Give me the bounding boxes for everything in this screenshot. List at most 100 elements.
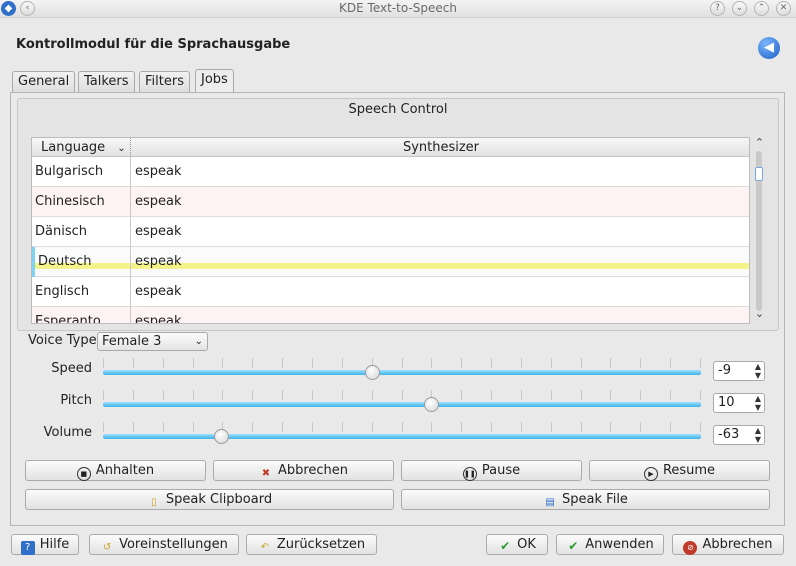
slider-tick [282, 422, 283, 432]
volume-value: -63 [718, 427, 740, 442]
slider-tick [342, 358, 343, 368]
pause-icon: ❚❚ [462, 467, 477, 481]
speech-control-title: Speech Control [348, 102, 448, 117]
slider-tick [163, 422, 164, 432]
table-row[interactable]: Bulgarisch espeak [32, 157, 749, 187]
table-scrollbar[interactable]: ⌃ ⌄ [751, 136, 768, 324]
slider-knob[interactable] [365, 365, 380, 380]
tab-talkers[interactable]: Talkers [78, 71, 135, 92]
table-row[interactable]: Esperanto espeak [32, 307, 749, 323]
cell-language: Esperanto [32, 307, 131, 323]
slider-tick [581, 358, 582, 368]
apply-button[interactable]: ✔ Anwenden [556, 534, 664, 555]
abbrechen-job-button[interactable]: ✖ Abbrechen [213, 460, 394, 481]
minimize-icon[interactable]: ⌄ [732, 1, 747, 16]
play-icon: ▶ [643, 467, 658, 481]
slider-tick [491, 422, 492, 432]
cancel-icon: ⊘ [683, 541, 698, 555]
tab-label: General [18, 74, 70, 89]
slider-knob[interactable] [214, 429, 229, 444]
slider-tick [431, 422, 432, 432]
tab-general[interactable]: General [12, 71, 76, 92]
close-icon[interactable]: ✕ [776, 1, 791, 16]
speaker-icon: ◀ [758, 37, 780, 59]
slider-tick [252, 390, 253, 400]
ok-button[interactable]: ✔ OK [486, 534, 548, 555]
maximize-icon[interactable]: ⌃ [754, 1, 769, 16]
language-table[interactable]: Language ⌄ Synthesizer Bulgarisch espeak… [31, 137, 750, 324]
slider-tick [282, 358, 283, 368]
help-button[interactable]: ? Hilfe [11, 534, 79, 555]
slider-tick [640, 358, 641, 368]
button-label: Hilfe [39, 537, 70, 552]
anhalten-button[interactable]: ■ Anhalten [25, 460, 206, 481]
slider-tick [491, 390, 492, 400]
help-icon[interactable]: ? [710, 1, 725, 16]
button-label: Speak Clipboard [165, 492, 273, 507]
scroll-down-icon[interactable]: ⌄ [751, 307, 768, 320]
slider-tick [521, 422, 522, 432]
voice-type-select[interactable]: Female 3 ⌄ [97, 332, 208, 351]
slider-tick [700, 390, 701, 400]
speak-file-button[interactable]: ▤ Speak File [401, 489, 770, 510]
cancel-button[interactable]: ⊘ Abbrechen [672, 534, 784, 555]
speed-slider[interactable] [103, 358, 701, 380]
cell-language: Englisch [32, 277, 131, 307]
speed-value: -9 [718, 363, 731, 378]
slider-tick [581, 390, 582, 400]
slider-tick [670, 390, 671, 400]
tab-filters[interactable]: Filters [139, 71, 190, 92]
pitch-spinbox[interactable]: 10 ▲ ▼ [713, 393, 765, 413]
pitch-value: 10 [718, 395, 735, 410]
slider-tick [312, 390, 313, 400]
slider-tick [163, 390, 164, 400]
scrollbar-handle[interactable] [755, 167, 763, 181]
slider-tick [402, 422, 403, 432]
column-header-language[interactable]: Language ⌄ [32, 138, 131, 157]
slider-tick [312, 422, 313, 432]
column-header-synthesizer[interactable]: Synthesizer [131, 138, 749, 157]
table-row[interactable]: Chinesisch espeak [32, 187, 749, 217]
pause-button[interactable]: ❚❚ Pause [401, 460, 582, 481]
spin-arrows-icon[interactable]: ▲ ▼ [755, 362, 761, 380]
tab-label: Filters [145, 74, 184, 89]
slider-tick [402, 358, 403, 368]
button-label: Zurücksetzen [276, 537, 366, 552]
slider-tick [103, 422, 104, 432]
slider-tick [610, 390, 611, 400]
volume-spinbox[interactable]: -63 ▲ ▼ [713, 425, 765, 445]
table-row-selected[interactable]: Deutsch espeak [32, 247, 749, 277]
chevron-down-icon: ⌄ [194, 336, 203, 347]
speed-spinbox[interactable]: -9 ▲ ▼ [713, 361, 765, 381]
reset-button[interactable]: ↶ Zurücksetzen [246, 534, 377, 555]
scroll-up-icon[interactable]: ⌃ [751, 136, 768, 149]
slider-track [103, 434, 701, 439]
stop-icon: ■ [76, 467, 91, 481]
button-label: OK [517, 537, 536, 552]
tab-jobs[interactable]: Jobs [195, 69, 234, 93]
speak-clipboard-button[interactable]: ▯ Speak Clipboard [25, 489, 394, 510]
slider-tick [431, 358, 432, 368]
slider-tick [610, 358, 611, 368]
resume-button[interactable]: ▶ Resume [589, 460, 770, 481]
button-label: Anwenden [585, 537, 654, 552]
slider-tick [461, 358, 462, 368]
slider-knob[interactable] [424, 397, 439, 412]
slider-tick [491, 358, 492, 368]
page-title: Kontrollmodul für die Sprachausgabe [16, 37, 291, 52]
slider-tick [610, 422, 611, 432]
table-row[interactable]: Dänisch espeak [32, 217, 749, 247]
spin-arrows-icon[interactable]: ▲ ▼ [755, 394, 761, 412]
voreinstellungen-button[interactable]: ↺ Voreinstellungen [89, 534, 239, 555]
pitch-slider[interactable] [103, 390, 701, 412]
slider-tick [521, 358, 522, 368]
table-header: Language ⌄ Synthesizer [32, 138, 749, 157]
volume-slider[interactable] [103, 422, 701, 444]
slider-tick [282, 390, 283, 400]
slider-tick [640, 422, 641, 432]
button-label: Speak File [562, 492, 628, 507]
table-row[interactable]: Englisch espeak [32, 277, 749, 307]
checkmark-icon: ✔ [568, 539, 579, 553]
spin-arrows-icon[interactable]: ▲ ▼ [755, 426, 761, 444]
slider-track [103, 370, 701, 375]
